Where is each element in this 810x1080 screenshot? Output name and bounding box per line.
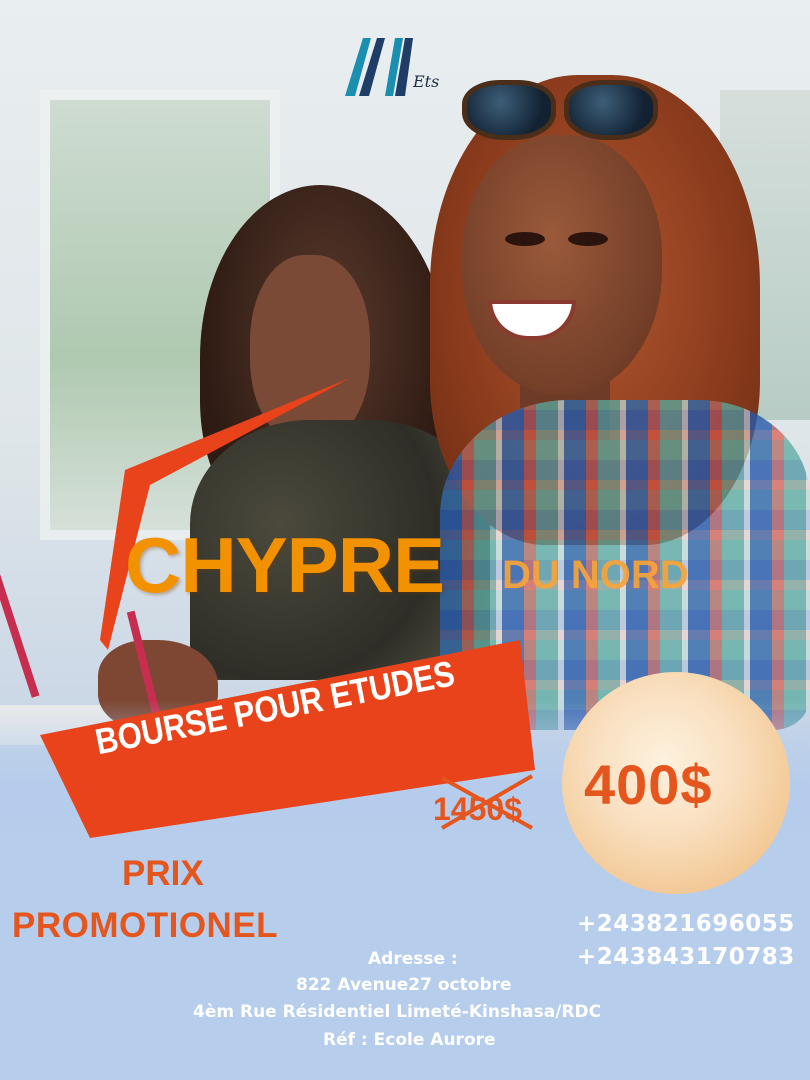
poster: Ets CHYPRE DU NORD BOURSE POUR ETUDES 14… [0,0,810,1080]
new-price: 400$ [584,753,713,816]
address-ref: Réf : Ecole Aurore [323,1030,496,1050]
phone-2: +243843170783 [577,944,795,970]
address-label: Adresse : [368,949,458,969]
address-line1: 822 Avenue27 octobre [296,975,512,995]
promo-line2: PROMOTIONEL [12,906,279,945]
strikethrough-cross [440,774,534,830]
promo-line1: PRIX [122,854,204,893]
phone-1: +243821696055 [577,911,795,937]
address-line2: 4èm Rue Résidentiel Limeté-Kinshasa/RDC [193,1002,602,1022]
